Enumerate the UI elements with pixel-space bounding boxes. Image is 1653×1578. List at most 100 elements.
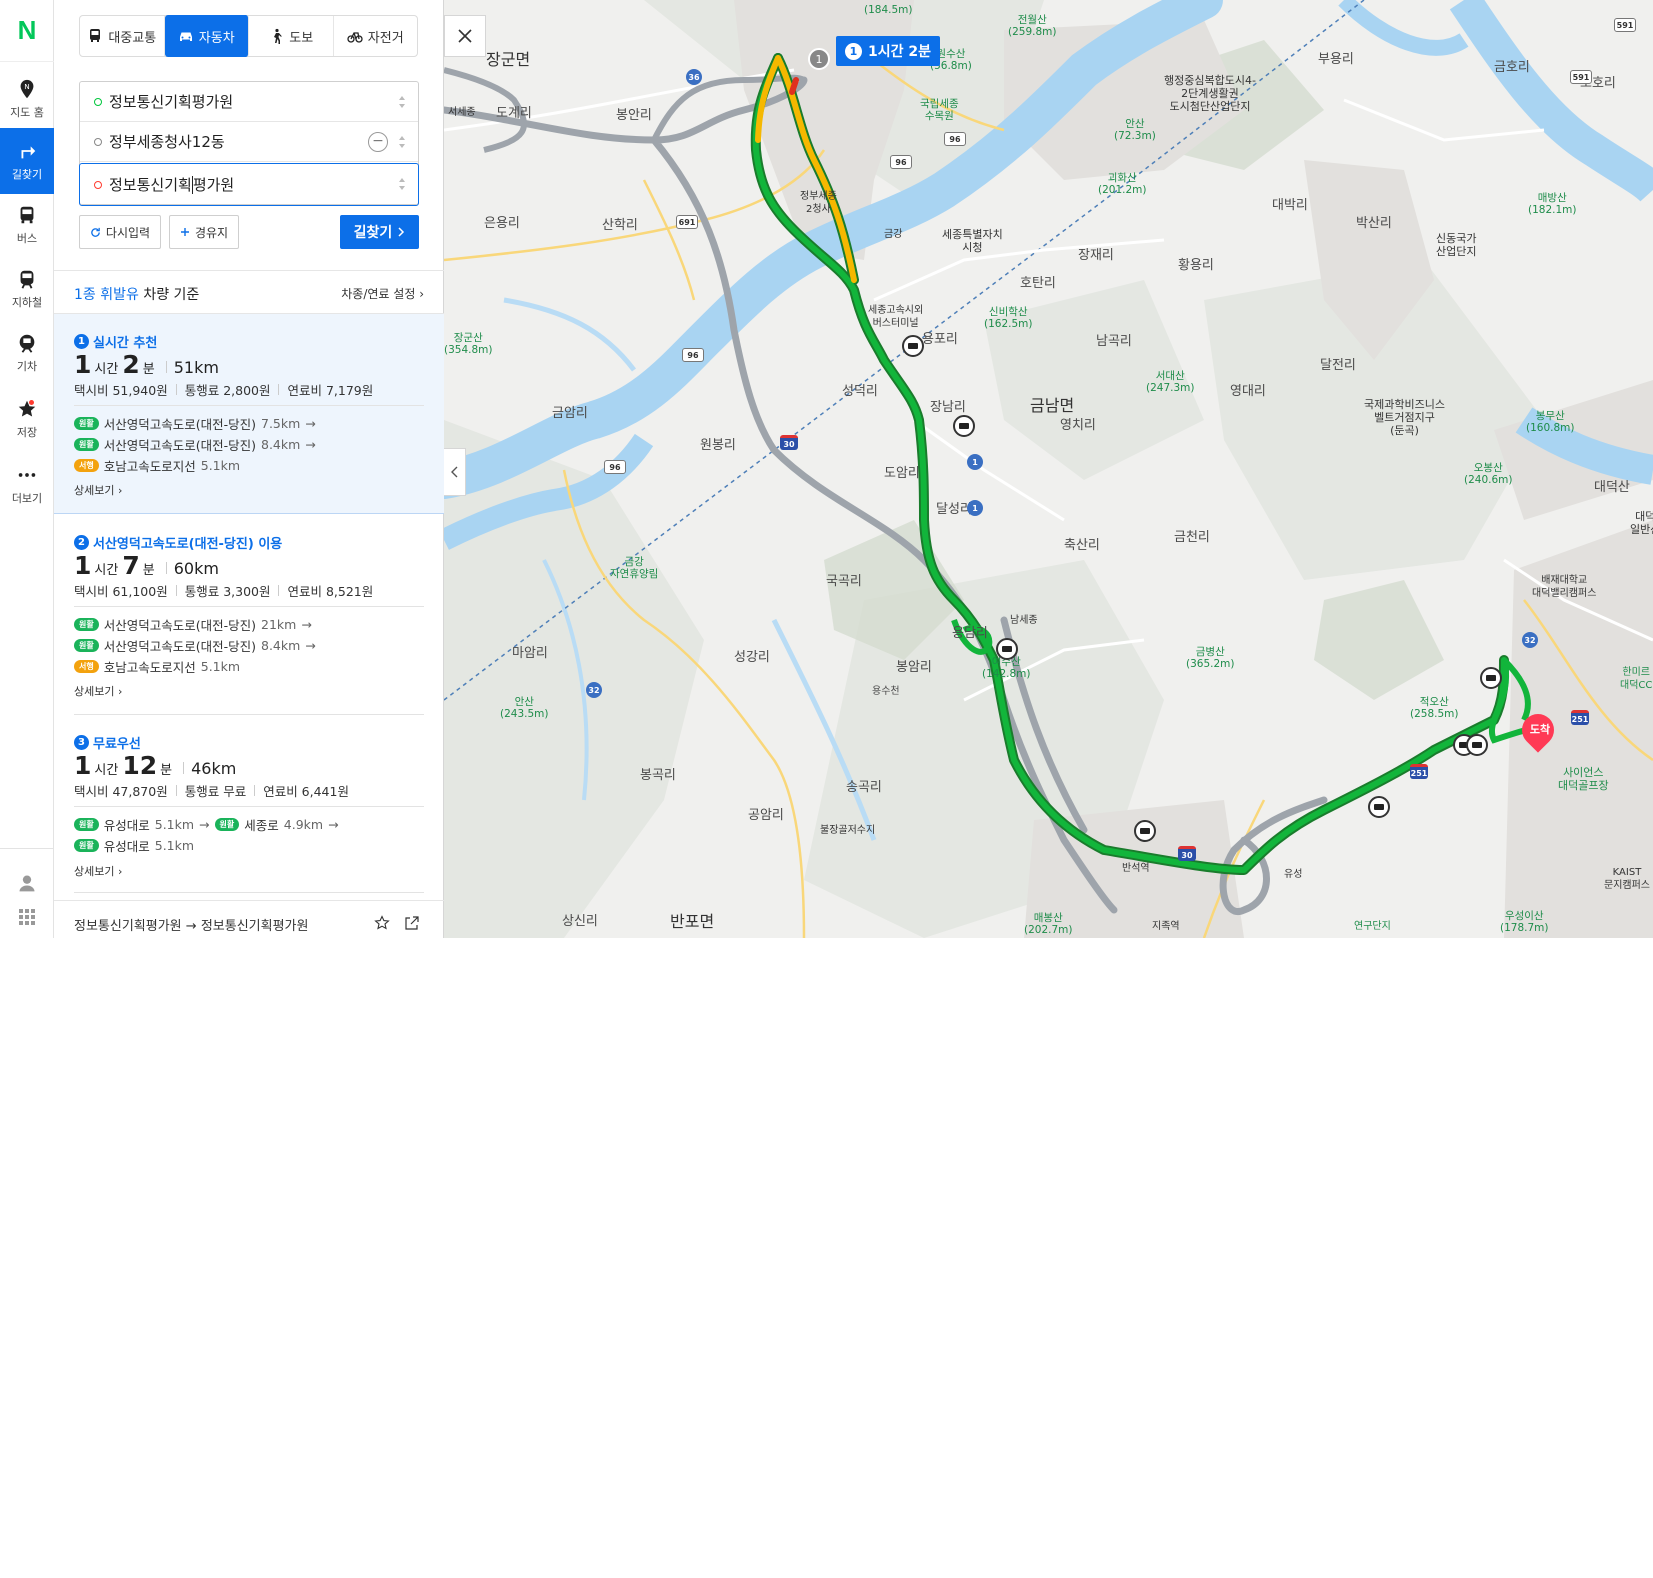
speed-camera-icon[interactable]	[1368, 796, 1390, 818]
toll-fee: 통행료 2,800원	[184, 383, 271, 398]
reorder-icon[interactable]	[398, 135, 406, 149]
speed-camera-icon[interactable]	[1480, 667, 1502, 689]
place-label: 대덕산	[1594, 480, 1630, 495]
facility-label: 세종특별자치 시청	[942, 228, 1003, 254]
rail-item-bus[interactable]: 버스	[0, 192, 54, 258]
footer-origin: 정보통신기획평가원	[74, 919, 182, 934]
place-label: 금호리	[1494, 60, 1530, 75]
origin-input[interactable]: 정보통신기획평가원	[80, 82, 418, 122]
duration-minutes: 7	[122, 551, 140, 580]
search-route-label: 길찾기	[353, 225, 393, 241]
tab-walk[interactable]: 도보	[249, 16, 334, 56]
star-outline-icon[interactable]	[374, 915, 390, 931]
place-label: 장재리	[1078, 248, 1114, 263]
remove-waypoint-icon[interactable]: −	[368, 132, 388, 152]
star-icon	[18, 400, 36, 417]
transport-mode-tabs: 대중교통 자동차 도보 자전거	[79, 15, 418, 57]
arrow-right-icon: →	[305, 416, 316, 431]
mountain-label: 괴화산 (201.2m)	[1098, 172, 1147, 196]
user-icon	[19, 875, 35, 892]
route-duration: 1 시간 2분 51km	[74, 350, 219, 379]
arrow-right-icon: →	[185, 919, 197, 934]
segment-km: 5.1km	[200, 458, 241, 473]
route-segment: 원활 서산영덕고속도로(대전-당진) 7.5km →	[74, 414, 316, 433]
destination-input[interactable]: 정보통신기획 평가원	[79, 163, 419, 206]
traffic-badge: 원활	[74, 417, 99, 430]
map-view[interactable]: 장군면 금남면 반포면 도계리 봉안리 은용리 산학리 부용리 금호리 노호리 …	[444, 0, 1653, 938]
route-card-1[interactable]: 1 실시간 추천 1 시간 2분 51km 택시비 51,940원 통행료 2,80…	[54, 314, 444, 514]
segment-km: 21km	[261, 617, 297, 632]
vehicle-settings-label: 차종/연료 설정	[341, 287, 416, 301]
place-label: 영치리	[1060, 418, 1096, 433]
arrow-right-icon: →	[301, 617, 312, 632]
place-label: 성덕리	[842, 384, 878, 399]
speed-camera-icon[interactable]	[953, 415, 975, 437]
rail-item-more[interactable]: 더보기	[0, 452, 54, 518]
fuel-cost: 연료비 7,179원	[287, 383, 374, 398]
mountain-label: 장군산 (354.8m)	[444, 332, 493, 356]
speed-camera-icon[interactable]	[1466, 734, 1488, 756]
reset-button[interactable]: 다시입력	[79, 215, 161, 249]
rail-item-directions[interactable]: 길찾기	[0, 128, 54, 194]
tab-car[interactable]: 자동차	[164, 15, 249, 57]
rail-item-train[interactable]: 기차	[0, 320, 54, 386]
vehicle-basis: 1종 휘발유 차량 기준	[74, 284, 199, 304]
rail-item-map-home[interactable]: N 지도 홈	[0, 66, 54, 132]
tab-bicycle[interactable]: 자전거	[334, 16, 418, 56]
route-shield: 1	[967, 500, 983, 516]
route-shield: 30	[1178, 846, 1196, 861]
traffic-badge: 원활	[74, 639, 99, 652]
speed-camera-icon[interactable]	[996, 638, 1018, 660]
search-route-button[interactable]: 길찾기	[340, 215, 419, 249]
rail-item-saved[interactable]: 저장	[0, 386, 54, 452]
route-time-bubble[interactable]: 1 1시간 2분	[836, 36, 940, 66]
rail-label: 버스	[16, 232, 38, 245]
rail-item-subway[interactable]: 지하철	[0, 256, 54, 322]
segment-km: 5.1km	[200, 659, 241, 674]
place-label: 부용리	[1318, 52, 1354, 67]
route-card-3[interactable]: 3 무료우선 1 시간 12 분 46km 택시비 47,870원 통행료 무료 연료…	[54, 715, 444, 895]
add-waypoint-button[interactable]: 경유지	[169, 215, 239, 249]
route-shield: 591	[1570, 70, 1592, 84]
tab-public-transit[interactable]: 대중교통	[80, 16, 165, 56]
route-segment: 원활 서산영덕고속도로(대전-당진) 8.4km →	[74, 636, 316, 655]
close-route-button[interactable]	[444, 15, 486, 57]
start-marker[interactable]: 1	[808, 48, 830, 70]
vehicle-settings-link[interactable]: 차종/연료 설정 ›	[341, 285, 424, 302]
route-duration: 1 시간 12 분 46km	[74, 751, 236, 780]
facility-label: 서세종	[448, 107, 476, 118]
place-label: 용수천	[872, 686, 900, 697]
traffic-badge: 원활	[74, 839, 99, 852]
waypoint-input[interactable]: 정부세종청사12동 −	[80, 122, 418, 162]
route-detail-link[interactable]: 상세보기 ›	[74, 683, 122, 699]
route-shield: 691	[676, 215, 698, 229]
naver-logo[interactable]: N	[0, 0, 54, 62]
apps-button[interactable]	[0, 900, 54, 934]
duration-minutes: 12	[122, 751, 158, 780]
road-name: 서산영덕고속도로(대전-당진)	[103, 639, 256, 654]
reorder-icon[interactable]	[398, 177, 406, 191]
segment-km: 5.1km	[154, 838, 195, 853]
collapse-panel-button[interactable]	[444, 448, 466, 496]
route-costs: 택시비 47,870원 통행료 무료 연료비 6,441원	[74, 781, 349, 800]
reorder-icon[interactable]	[398, 95, 406, 109]
route-segment: 서행 호남고속도로지선 5.1km	[74, 456, 240, 475]
speed-camera-icon[interactable]	[902, 335, 924, 357]
speed-camera-icon[interactable]	[1134, 820, 1156, 842]
segment-km: 8.4km	[261, 437, 301, 452]
bubble-time: 1시간 2분	[868, 44, 931, 60]
toll-fee: 통행료 무료	[184, 784, 247, 799]
share-icon[interactable]	[404, 915, 420, 931]
waypoint-dot	[94, 137, 102, 146]
facility-label: 금강	[884, 229, 903, 240]
route-title-text: 서산영덕고속도로(대전-당진) 이용	[93, 537, 283, 552]
route-detail-link[interactable]: 상세보기 ›	[74, 482, 122, 498]
place-label: 남곡리	[1096, 334, 1132, 349]
route-detail-link[interactable]: 상세보기 ›	[74, 863, 122, 879]
origin-value: 정보통신기획평가원	[109, 93, 234, 111]
left-rail: N N 지도 홈 길찾기 버스 지하철 기차 저장 더보기	[0, 0, 54, 938]
user-button[interactable]	[0, 866, 54, 900]
route-card-2[interactable]: 2 서산영덕고속도로(대전-당진) 이용 1 시간 7분 60km 택시비 61,1…	[54, 515, 444, 715]
app-root: N N 지도 홈 길찾기 버스 지하철 기차 저장 더보기 대중교통 자동차 도…	[0, 0, 1653, 938]
route-distance: 46km	[191, 759, 237, 778]
